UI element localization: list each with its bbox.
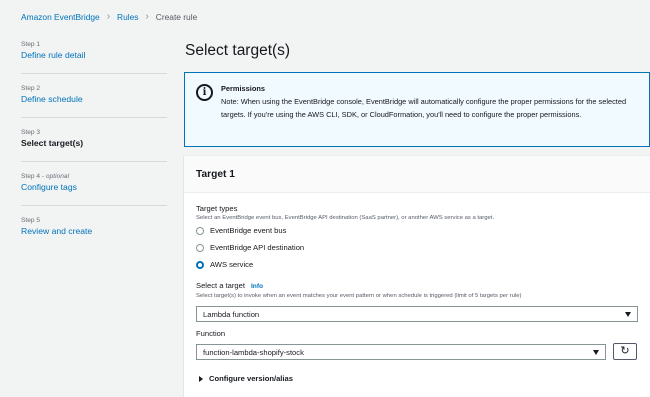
breadcrumb-eventbridge-link[interactable]: Amazon EventBridge (21, 11, 100, 23)
step-current-select-targets: Select target(s) (21, 138, 84, 148)
select-target-label-text: Select a target (196, 281, 245, 290)
radio-label: EventBridge event bus (210, 226, 287, 235)
permissions-body: Note: When using the EventBridge console… (221, 97, 627, 120)
radio-button-selected[interactable] (196, 261, 204, 269)
page-title: Select target(s) (185, 42, 291, 59)
target-title: Target 1 (196, 169, 235, 180)
expander-label: Configure version/alias (209, 374, 293, 383)
radio-label: AWS service (210, 260, 254, 269)
select-value: Lambda function (203, 309, 260, 319)
wizard-steps: Step 1 Define rule detail Step 2 Define … (21, 40, 167, 240)
info-link[interactable]: Info (251, 283, 263, 290)
step-1: Step 1 Define rule detail (21, 40, 167, 74)
target-card-header: Target 1 (184, 156, 650, 193)
radio-label: EventBridge API destination (210, 243, 305, 252)
step-label: Step 1 (21, 41, 41, 48)
step-2: Step 2 Define schedule (21, 74, 167, 118)
select-target-label: Select a target Info (196, 281, 263, 292)
function-label: Function (196, 329, 226, 338)
refresh-icon: ↻ (620, 345, 630, 357)
select-value: function-lambda-shopify-stock (203, 347, 304, 357)
radio-button[interactable] (196, 227, 204, 235)
radio-aws-service[interactable]: AWS service (196, 260, 253, 270)
permissions-info-box: i Permissions Note: When using the Event… (184, 72, 650, 147)
breadcrumb-separator-icon: › (145, 11, 149, 22)
permissions-title: Permissions (221, 84, 265, 93)
radio-button[interactable] (196, 244, 204, 252)
select-target-description: Select target(s) to invoke when an event… (196, 293, 522, 299)
configure-version-alias-expander[interactable]: Configure version/alias (199, 374, 293, 383)
info-circle-icon: i (196, 84, 213, 101)
step-link-review-and-create[interactable]: Review and create (21, 225, 167, 237)
step-label: Step 3 (21, 129, 41, 136)
breadcrumb-current: Create rule (155, 12, 198, 22)
step-5: Step 5 Review and create (21, 206, 167, 240)
step-label: Step 4 - optional (21, 173, 70, 180)
step-4: Step 4 - optional Configure tags (21, 162, 167, 206)
step-link-define-rule-detail[interactable]: Define rule detail (21, 49, 167, 61)
refresh-button[interactable]: ↻ (613, 343, 637, 360)
breadcrumb: Amazon EventBridge › Rules › Create rule (21, 11, 197, 23)
step-link-configure-tags[interactable]: Configure tags (21, 181, 167, 193)
target-service-select[interactable]: Lambda function (196, 306, 638, 322)
target-card: Target 1 Target types Select an EventBri… (184, 155, 650, 397)
radio-eventbridge-api-destination[interactable]: EventBridge API destination (196, 243, 304, 253)
caret-right-icon (199, 375, 203, 382)
breadcrumb-rules-link[interactable]: Rules (117, 11, 138, 23)
caret-down-icon (593, 349, 599, 355)
step-link-define-schedule[interactable]: Define schedule (21, 93, 167, 105)
radio-eventbridge-event-bus[interactable]: EventBridge event bus (196, 226, 286, 236)
target-types-label: Target types (196, 204, 238, 213)
step-label: Step 2 (21, 85, 41, 92)
breadcrumb-separator-icon: › (106, 11, 111, 22)
function-select[interactable]: function-lambda-shopify-stock (196, 344, 606, 360)
caret-down-icon (625, 311, 631, 317)
step-label: Step 5 (21, 217, 41, 224)
step-3: Step 3 Select target(s) (21, 118, 167, 162)
target-types-description: Select an EventBridge event bus, EventBr… (196, 215, 495, 221)
